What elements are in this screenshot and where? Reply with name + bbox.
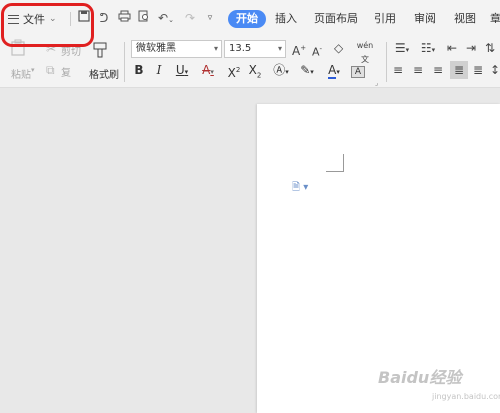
highlight-icon[interactable]: ✎▾ xyxy=(296,61,318,79)
redo-icon[interactable]: ↷ xyxy=(182,10,198,26)
chevron-down-icon: ▾ xyxy=(277,44,282,53)
paragraph-options-icon[interactable]: 🗎 ▾ xyxy=(292,180,308,197)
align-right-icon[interactable]: ≡ xyxy=(433,63,443,77)
sort-icon[interactable]: ⇅ xyxy=(485,41,495,55)
line-spacing-icon[interactable]: ↕ xyxy=(490,63,500,77)
clear-formatting-icon[interactable]: ◇ xyxy=(334,41,343,55)
character-shading-icon[interactable]: A xyxy=(351,61,365,79)
bold-icon[interactable]: B xyxy=(133,61,145,79)
tab-references[interactable]: 引用 xyxy=(374,10,396,28)
watermark-logo: Baidu经验 xyxy=(378,368,462,387)
undo-icon[interactable]: ↶⌄ xyxy=(156,10,176,26)
print-preview-icon[interactable] xyxy=(136,10,152,26)
decrease-indent-icon[interactable]: ⇤ xyxy=(447,41,457,55)
font-size-value: 13.5 xyxy=(229,43,252,54)
subscript-icon[interactable]: X2 xyxy=(247,61,263,79)
tab-section[interactable]: 章 xyxy=(490,10,500,28)
format-painter-icon[interactable] xyxy=(93,42,107,61)
paste-dropdown-icon[interactable]: ▾ xyxy=(31,66,35,74)
increase-indent-icon[interactable]: ⇥ xyxy=(466,41,476,55)
divider xyxy=(386,42,387,82)
page-margin-marker xyxy=(326,154,344,172)
italic-icon[interactable]: I xyxy=(153,61,165,79)
distributed-icon[interactable]: ≣ xyxy=(473,63,483,77)
strikethrough-icon[interactable]: A▾ xyxy=(198,61,218,79)
watermark-url: jingyan.baidu.com xyxy=(432,392,500,401)
align-left-icon[interactable]: ≡ xyxy=(393,63,403,77)
tab-insert[interactable]: 插入 xyxy=(275,10,297,28)
tab-review[interactable]: 审阅 xyxy=(414,10,436,28)
chevron-down-icon: ▾ xyxy=(213,44,218,53)
tab-home[interactable]: 开始 xyxy=(228,10,266,28)
copy-icon[interactable]: ⧉ xyxy=(46,63,55,77)
align-center-icon[interactable]: ≡ xyxy=(413,63,423,77)
output-pdf-icon[interactable]: ᕤ xyxy=(96,10,112,26)
increase-font-size-icon[interactable]: A+ xyxy=(292,41,306,58)
underline-icon[interactable]: U▾ xyxy=(172,61,192,79)
tab-page-layout[interactable]: 页面布局 xyxy=(314,10,358,28)
phonetic-label: wén xyxy=(356,41,374,50)
decrease-font-size-icon[interactable]: A- xyxy=(312,42,322,60)
font-color-icon[interactable]: A▾ xyxy=(323,61,345,79)
font-size-select[interactable]: 13.5 ▾ xyxy=(224,40,286,58)
font-dialog-launcher-icon[interactable]: ⌟ xyxy=(375,76,378,90)
red-annotation-circle xyxy=(1,3,94,47)
print-icon[interactable] xyxy=(116,10,132,26)
justify-icon[interactable]: ≣ xyxy=(450,61,468,79)
superscript-icon[interactable]: X2 xyxy=(226,61,242,80)
numbering-icon[interactable]: ☷▾ xyxy=(418,41,438,57)
format-painter-button[interactable]: 格式刷 xyxy=(89,66,119,81)
paste-button[interactable]: 粘贴 xyxy=(11,66,31,81)
bullets-icon[interactable]: ☰▾ xyxy=(392,41,412,57)
tab-view[interactable]: 视图 xyxy=(454,10,476,28)
font-family-select[interactable]: 微软雅黑 ▾ xyxy=(131,40,222,58)
text-effect-icon[interactable]: Ⓐ▾ xyxy=(270,61,292,79)
copy-button[interactable]: 复 xyxy=(61,64,71,79)
font-family-value: 微软雅黑 xyxy=(136,43,176,54)
divider xyxy=(124,42,125,82)
customize-toolbar-icon[interactable]: ▿ xyxy=(202,10,218,26)
